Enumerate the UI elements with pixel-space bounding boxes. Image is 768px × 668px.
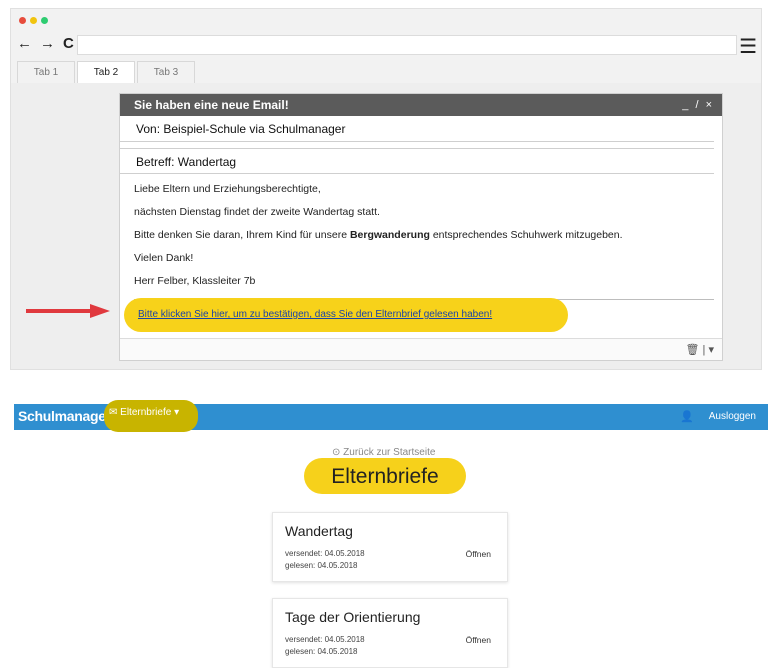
- tab-1[interactable]: Tab 1: [17, 61, 75, 83]
- browser-viewport: Sie haben eine neue Email! _ / × Von: Be…: [11, 83, 761, 369]
- reload-icon[interactable]: C: [63, 35, 74, 53]
- address-bar[interactable]: [77, 35, 737, 55]
- email-line-2-end: entsprechendes Schuhwerk mitzugeben.: [429, 229, 623, 241]
- minimize-dot[interactable]: [30, 17, 37, 24]
- user-icon[interactable]: 👤: [680, 410, 694, 423]
- elternbriefe-menu[interactable]: ✉ Elternbriefe ▾: [109, 407, 179, 418]
- back-to-start-link[interactable]: ⊙ Zurück zur Startseite: [332, 447, 435, 458]
- email-line-2-bold: Bergwanderung: [349, 229, 430, 241]
- menu-highlight: ✉ Elternbriefe ▾: [104, 400, 198, 432]
- tab-2[interactable]: Tab 2: [77, 61, 135, 83]
- email-popup: Sie haben eine neue Email! _ / × Von: Be…: [119, 93, 723, 361]
- trash-icon[interactable]: 🗑 | ▾: [686, 343, 714, 356]
- hamburger-menu-icon[interactable]: ☰: [739, 34, 757, 59]
- open-button[interactable]: Öffnen: [466, 549, 491, 559]
- app-navbar: Schulmanager ✉ Elternbriefe ▾ 👤 Auslogge…: [14, 400, 768, 432]
- email-from: Von: Beispiel-Schule via Schulmanager: [120, 116, 714, 142]
- close-dot[interactable]: [19, 17, 26, 24]
- letter-sent: versendet: 04.05.2018: [285, 549, 365, 558]
- letter-title: Wandertag: [285, 523, 353, 539]
- letter-read: gelesen: 04.05.2018: [285, 561, 358, 570]
- letter-title: Tage der Orientierung: [285, 609, 421, 625]
- confirm-highlight: Bitte klicken Sie hier, um zu bestätigen…: [124, 298, 568, 332]
- email-greeting: Liebe Eltern und Erziehungsberechtigte,: [134, 183, 321, 195]
- tab-strip: Tab 1 Tab 2 Tab 3: [17, 61, 197, 83]
- letter-sent: versendet: 04.05.2018: [285, 635, 365, 644]
- nav-buttons: ← → C: [17, 35, 74, 53]
- forward-arrow-icon[interactable]: →: [40, 35, 55, 53]
- back-arrow-icon[interactable]: ←: [17, 35, 32, 53]
- open-button[interactable]: Öffnen: [466, 635, 491, 645]
- email-header-title: Sie haben eine neue Email!: [134, 98, 289, 112]
- logout-link[interactable]: Ausloggen: [709, 411, 756, 422]
- email-body: Liebe Eltern und Erziehungsberechtigte, …: [120, 174, 722, 287]
- email-subject: Betreff: Wandertag: [120, 148, 714, 174]
- letter-card: Wandertag versendet: 04.05.2018 gelesen:…: [272, 512, 508, 582]
- letter-card: Tage der Orientierung versendet: 04.05.2…: [272, 598, 508, 668]
- email-header: Sie haben eine neue Email! _ / ×: [120, 94, 722, 116]
- email-line-1: nächsten Dienstag findet der zweite Wand…: [134, 206, 380, 218]
- tab-3[interactable]: Tab 3: [137, 61, 195, 83]
- red-arrow-icon: [26, 304, 110, 318]
- letter-read: gelesen: 04.05.2018: [285, 647, 358, 656]
- email-footer: 🗑 | ▾: [120, 338, 722, 360]
- window-controls-icon[interactable]: _ / ×: [682, 94, 714, 116]
- confirm-read-link[interactable]: Bitte klicken Sie hier, um zu bestätigen…: [138, 309, 492, 320]
- email-line-2-start: Bitte denken Sie daran, Ihrem Kind für u…: [134, 229, 350, 241]
- page-title: Elternbriefe: [331, 465, 439, 488]
- email-thanks: Vielen Dank!: [134, 252, 194, 264]
- maximize-dot[interactable]: [41, 17, 48, 24]
- brand-logo[interactable]: Schulmanager: [18, 408, 111, 424]
- title-highlight: Elternbriefe: [304, 458, 466, 494]
- window-dots: [19, 17, 48, 24]
- email-line-2: Bitte denken Sie daran, Ihrem Kind für u…: [134, 230, 708, 241]
- email-signature: Herr Felber, Klassleiter 7b: [134, 275, 256, 287]
- browser-window: ← → C ☰ Tab 1 Tab 2 Tab 3 Sie haben eine…: [10, 8, 762, 370]
- screenshot: ← → C ☰ Tab 1 Tab 2 Tab 3 Sie haben eine…: [0, 0, 768, 668]
